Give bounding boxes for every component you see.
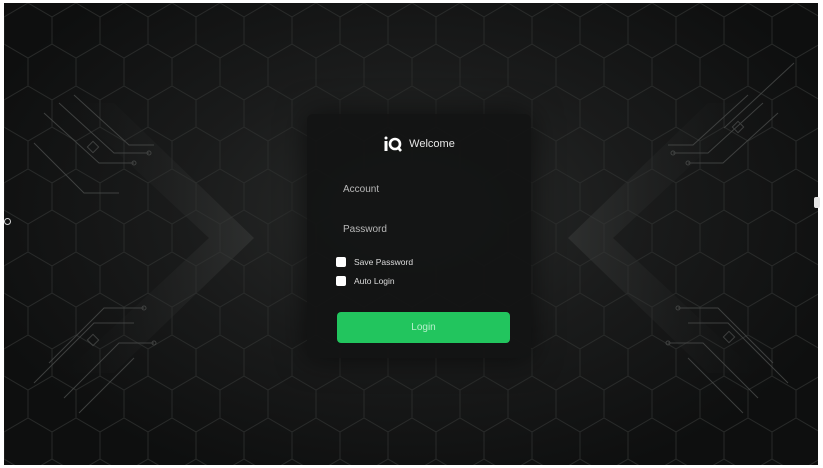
brand-header: Welcome bbox=[307, 134, 531, 154]
welcome-title: Welcome bbox=[409, 138, 455, 150]
password-input[interactable] bbox=[335, 216, 503, 242]
left-edge-indicator bbox=[4, 218, 11, 225]
auto-login-option[interactable]: Auto Login bbox=[336, 276, 395, 286]
account-input[interactable] bbox=[335, 176, 503, 202]
auto-login-label: Auto Login bbox=[354, 276, 395, 286]
login-button[interactable]: Login bbox=[337, 312, 510, 343]
login-panel: Welcome Save Password Auto Login Login bbox=[307, 114, 531, 358]
save-password-label: Save Password bbox=[354, 257, 414, 267]
login-screen: Welcome Save Password Auto Login Login bbox=[4, 3, 818, 465]
right-edge-handle[interactable] bbox=[814, 197, 820, 208]
save-password-checkbox[interactable] bbox=[336, 257, 346, 267]
auto-login-checkbox[interactable] bbox=[336, 276, 346, 286]
save-password-option[interactable]: Save Password bbox=[336, 257, 413, 267]
brand-logo-icon bbox=[384, 136, 403, 152]
